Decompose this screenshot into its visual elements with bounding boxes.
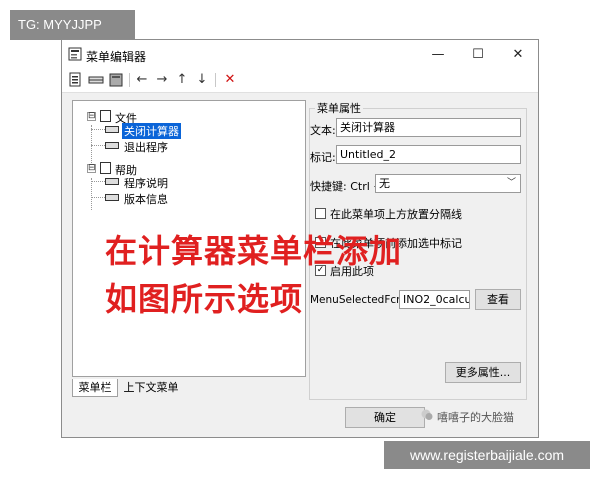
tree-connector: [91, 178, 92, 210]
minimize-button[interactable]: —: [418, 40, 458, 70]
tree-connector: [91, 129, 105, 130]
tag-label: 标记:: [310, 151, 336, 164]
shortcut-select[interactable]: 无 ﹀: [375, 174, 521, 193]
wechat-source: 嘻嘻子的大脸猫: [437, 411, 514, 424]
move-right-icon[interactable]: →: [154, 72, 170, 88]
overlay-caption-line-1: 在计算器菜单栏添加: [105, 232, 403, 270]
callback-input[interactable]: INO2_0calcu: [399, 290, 470, 309]
tree-connector: [91, 197, 105, 198]
browse-button[interactable]: 查看: [475, 289, 521, 310]
maximize-button[interactable]: ☐: [458, 40, 498, 70]
title-bar: 菜单编辑器 — ☐ ✕: [62, 40, 538, 70]
shortcut-label: 快捷键: Ctrl +: [310, 180, 383, 193]
delete-icon[interactable]: ✕: [222, 72, 238, 88]
menu-icon: [100, 110, 111, 122]
tree-item-close-calculator[interactable]: 关闭计算器: [122, 123, 181, 139]
toolbar-separator: [129, 73, 130, 87]
wechat-icon: [421, 409, 433, 420]
move-up-icon[interactable]: ↑: [174, 72, 190, 88]
separator-checkbox[interactable]: [315, 208, 326, 219]
close-window-button[interactable]: ✕: [498, 40, 538, 70]
tree-item-version-info[interactable]: 版本信息: [124, 191, 168, 207]
callback-label: MenuSelectedFcn:: [310, 294, 407, 306]
menu-item-icon: [105, 178, 119, 185]
collapse-icon[interactable]: ⊟: [87, 164, 96, 173]
chevron-down-icon: ﹀: [506, 178, 516, 188]
insert-separator-icon[interactable]: [88, 72, 104, 88]
delete-group-icon[interactable]: [108, 72, 124, 88]
menu-properties-title: 菜单属性: [315, 100, 363, 116]
toolbar-separator: [215, 73, 216, 87]
tree-connector: [91, 145, 105, 146]
more-properties-button[interactable]: 更多属性...: [445, 362, 521, 383]
menu-item-icon: [105, 126, 119, 133]
text-input[interactable]: 关闭计算器: [336, 118, 521, 137]
tag-input[interactable]: Untitled_2: [336, 145, 521, 164]
bottom-watermark: www.registerbaijiale.com: [384, 441, 590, 469]
shortcut-value: 无: [379, 177, 390, 190]
top-tag: TG: MYYJJPP: [10, 10, 135, 40]
window-title: 菜单编辑器: [86, 50, 147, 64]
tree-connector: [91, 181, 105, 182]
menu-editor-app-icon: [68, 47, 82, 61]
collapse-icon[interactable]: ⊟: [87, 112, 96, 121]
overlay-caption-line-2: 如图所示选项: [105, 280, 304, 318]
tab-menubar[interactable]: 菜单栏: [72, 379, 118, 397]
ok-button[interactable]: 确定: [345, 407, 425, 428]
toolbar: ← → ↑ ↓ ✕: [62, 70, 538, 93]
menu-item-icon: [105, 194, 119, 201]
move-down-icon[interactable]: ↓: [194, 72, 210, 88]
menu-icon: [100, 162, 111, 174]
text-label: 文本:: [310, 124, 336, 137]
tab-context-menu[interactable]: 上下文菜单: [120, 379, 182, 397]
tree-item-program-description[interactable]: 程序说明: [124, 175, 168, 191]
new-item-icon[interactable]: [68, 72, 84, 88]
tree-item-exit-program[interactable]: 退出程序: [124, 139, 168, 155]
menu-item-icon: [105, 142, 119, 149]
separator-label: 在此菜单项上方放置分隔线: [330, 208, 462, 221]
move-left-icon[interactable]: ←: [134, 72, 150, 88]
